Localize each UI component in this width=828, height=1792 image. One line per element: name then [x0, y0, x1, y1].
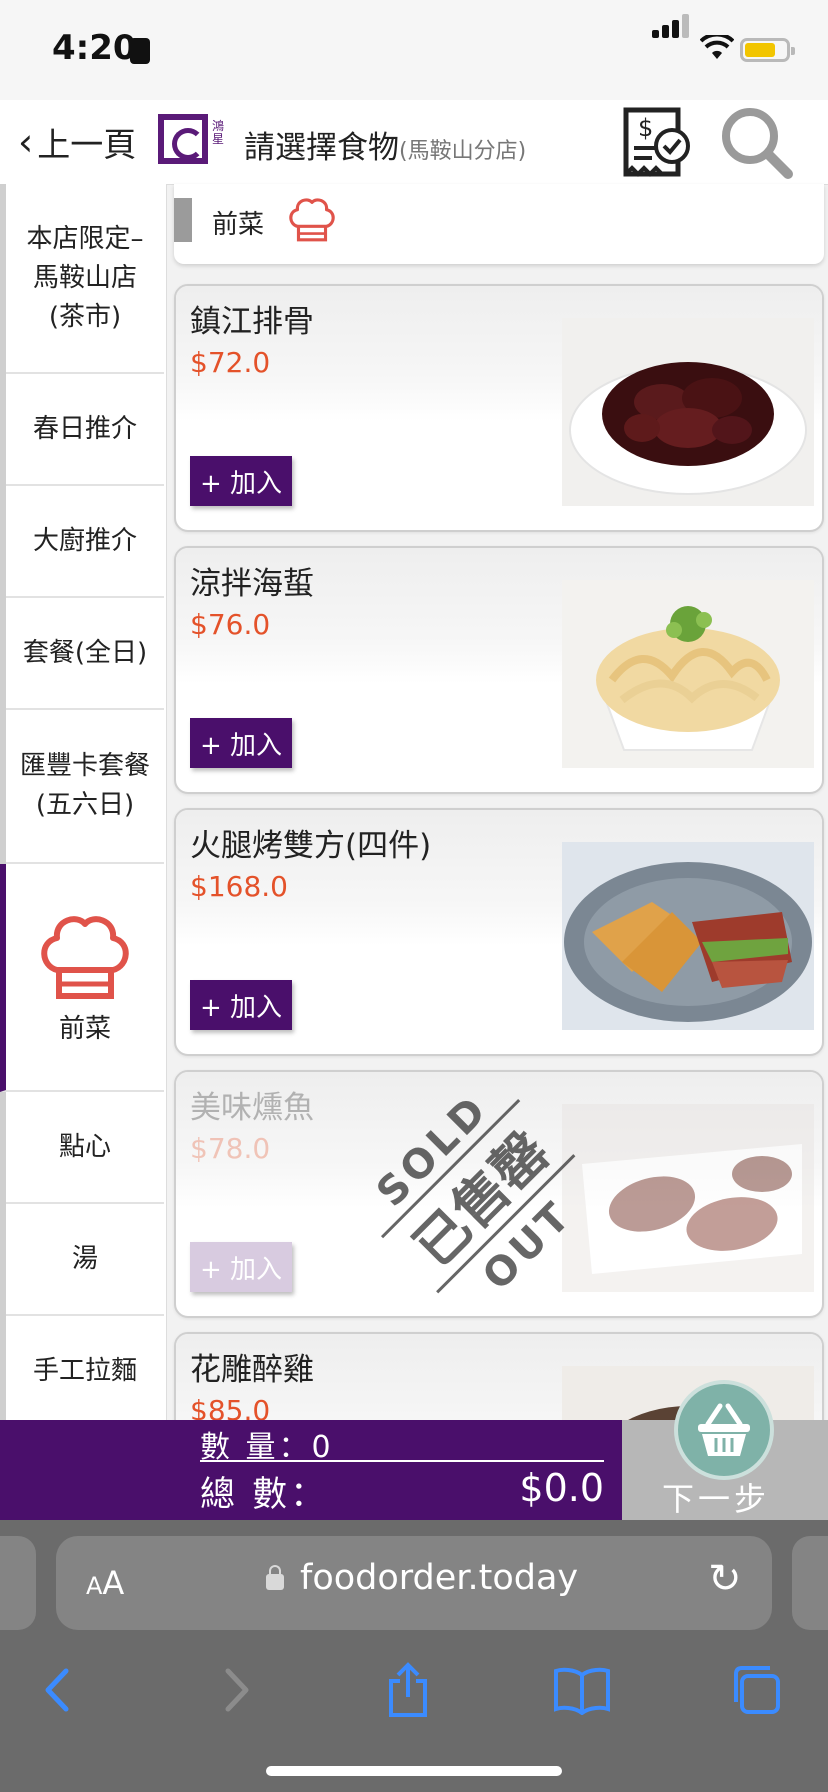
sidebar-item-label: 本店限定–馬鞍山店(茶市): [26, 223, 144, 332]
home-indicator: [266, 1766, 562, 1776]
order-receipt-icon[interactable]: $: [618, 104, 694, 180]
wifi-icon: [699, 32, 735, 69]
status-bar: 4:20: [0, 0, 828, 100]
chef-hat-icon: [289, 198, 335, 242]
menu-item-card[interactable]: 火腿烤雙方(四件) $168.0 + 加入: [174, 808, 824, 1056]
menu-item-name: 火腿烤雙方(四件): [190, 828, 432, 864]
reload-icon[interactable]: ↻: [708, 1556, 742, 1602]
search-icon[interactable]: [716, 104, 796, 180]
chevron-right-icon: [225, 1668, 249, 1712]
menu-item-price: $78.0: [190, 1132, 271, 1165]
sidebar-item-chef[interactable]: 大廚推介: [6, 486, 164, 598]
page-title: 請選擇食物(馬鞍山分店): [244, 122, 526, 167]
sidebar-item-label: 大廚推介: [32, 525, 137, 556]
store-name: (馬鞍山分店): [399, 139, 527, 164]
chef-hat-icon: [41, 915, 129, 999]
tabs-button[interactable]: [716, 1650, 796, 1730]
add-button[interactable]: + 加入: [190, 718, 292, 768]
add-button[interactable]: + 加入: [190, 980, 292, 1030]
app-header: ‹ 上一頁 鴻星 請選擇食物(馬鞍山分店) $: [0, 100, 828, 185]
food-image: [562, 318, 814, 506]
url-text: foodorder.today: [300, 1558, 579, 1598]
back-button[interactable]: ‹ 上一頁: [18, 118, 136, 166]
next-tab-preview[interactable]: [792, 1536, 828, 1630]
sidebar-item-label: 前菜: [58, 1013, 111, 1044]
restaurant-logo: 鴻星: [154, 102, 230, 182]
book-icon: [554, 1667, 610, 1715]
menu-item-name: 涼拌海蜇: [190, 566, 314, 602]
previous-tab-preview[interactable]: [0, 1536, 36, 1630]
share-icon: [389, 1662, 427, 1717]
id-card-icon: [130, 38, 150, 64]
menu-item-price: $72.0: [190, 346, 271, 379]
menu-item-card-sold-out: 美味燻魚 $78.0 + 加入 SOLD 已售罄 OUT: [174, 1070, 824, 1318]
status-time: 4:20: [52, 28, 137, 68]
sidebar-item-spring[interactable]: 春日推介: [6, 374, 164, 486]
food-image: [562, 842, 814, 1030]
sidebar-item-set-meal[interactable]: 套餐(全日): [6, 598, 164, 710]
back-label: 上一頁: [37, 125, 137, 164]
section-header: 前菜: [174, 184, 824, 264]
sidebar-item-label: 春日推介: [32, 413, 137, 444]
section-title: 前菜: [212, 210, 265, 240]
sidebar-item-noodle[interactable]: 手工拉麵: [6, 1316, 164, 1420]
address-bar[interactable]: AA foodorder.today ↻: [56, 1536, 772, 1630]
battery-icon: [740, 38, 795, 62]
add-button[interactable]: + 加入: [190, 456, 292, 506]
category-sidebar: 本店限定–馬鞍山店(茶市) 春日推介 大廚推介 套餐(全日) 匯豐卡套餐(五六日…: [0, 184, 167, 1420]
share-button[interactable]: [368, 1650, 448, 1730]
total-label: 總 數：: [200, 1475, 329, 1515]
reader-settings-button[interactable]: AA: [86, 1564, 124, 1602]
sidebar-item-dimsum[interactable]: 點心: [6, 1092, 164, 1204]
browser-toolbar: AA foodorder.today ↻: [0, 1520, 828, 1792]
tabs-icon: [734, 1666, 780, 1714]
sidebar-item-label: 點心: [58, 1131, 111, 1162]
sidebar-item-masan-limited[interactable]: 本店限定–馬鞍山店(茶市): [6, 184, 164, 374]
sidebar-item-hsbc-set[interactable]: 匯豐卡套餐(五六日): [6, 710, 164, 864]
menu-item-card[interactable]: 涼拌海蜇 $76.0 + 加入: [174, 546, 824, 794]
menu-item-name: 美味燻魚: [190, 1090, 314, 1126]
chevron-left-icon: ‹: [18, 120, 34, 164]
menu-item-price: $168.0: [190, 870, 288, 903]
sidebar-item-label: 套餐(全日): [22, 637, 148, 668]
cart-summary-bar: 數 量：0 總 數： $0.0: [0, 1420, 622, 1520]
sidebar-item-label: 湯: [71, 1243, 98, 1274]
add-button-disabled: + 加入: [190, 1242, 292, 1292]
browser-forward-button[interactable]: [196, 1650, 276, 1730]
svg-text:$: $: [638, 114, 653, 142]
sidebar-item-label: 手工拉麵: [32, 1355, 137, 1386]
lock-icon: [266, 1565, 284, 1590]
total-amount: $0.0: [519, 1466, 604, 1510]
bookmarks-button[interactable]: [542, 1650, 622, 1730]
chevron-left-icon: [45, 1668, 69, 1712]
logo-text: 鴻星: [212, 119, 225, 146]
browser-back-button[interactable]: [18, 1650, 98, 1730]
sidebar-item-label: 匯豐卡套餐(五六日): [19, 751, 150, 820]
next-step-label: 下一步: [662, 1480, 771, 1518]
menu-item-name: 花雕醉雞: [190, 1352, 314, 1388]
sidebar-item-appetizer[interactable]: 前菜: [0, 864, 164, 1092]
menu-item-name: 鎮江排骨: [190, 304, 314, 340]
menu-item-card[interactable]: 鎮江排骨 $72.0 + 加入: [174, 284, 824, 532]
food-image: [562, 580, 814, 768]
title-text: 請選擇食物: [244, 130, 399, 166]
menu-item-price: $76.0: [190, 608, 271, 641]
basket-icon[interactable]: [674, 1380, 774, 1480]
sidebar-item-soup[interactable]: 湯: [6, 1204, 164, 1316]
